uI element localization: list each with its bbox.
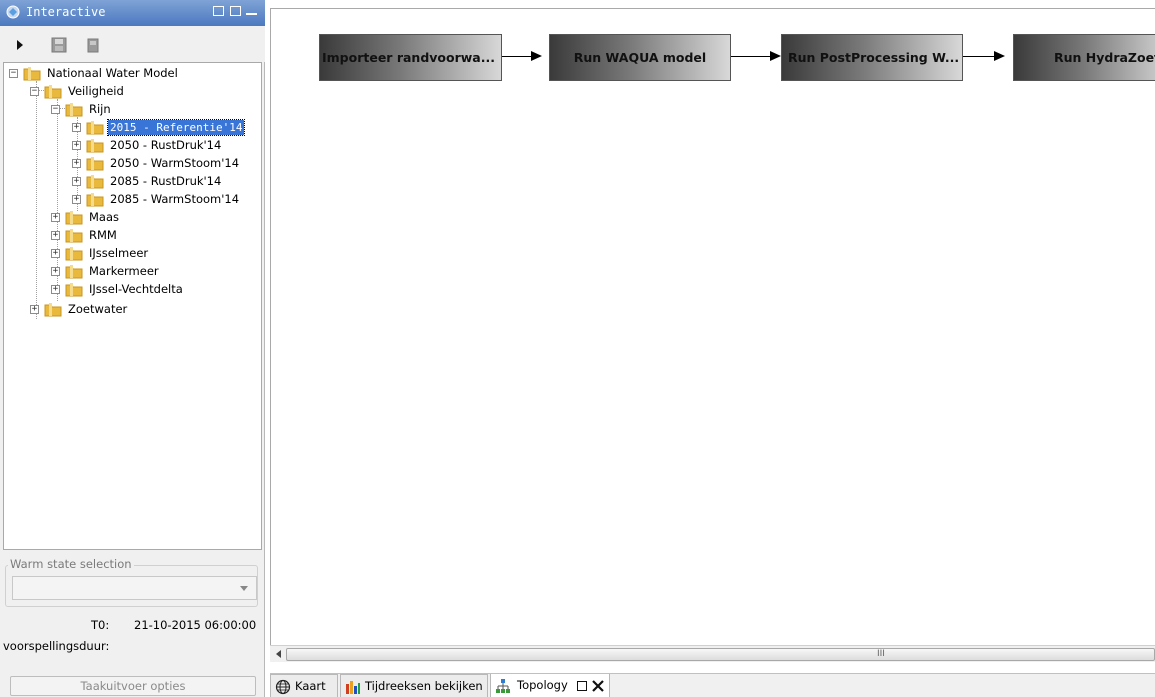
expand-icon[interactable]: + <box>51 249 60 258</box>
interactive-icon <box>6 5 20 19</box>
folder-icon <box>65 247 83 261</box>
scroll-left-icon[interactable] <box>276 650 281 658</box>
topology-icon <box>496 679 510 693</box>
arrow-right-icon <box>531 51 542 61</box>
panel-header: Interactive <box>0 0 265 26</box>
scrollbar-grip: III <box>877 649 885 659</box>
tree-node-label-selected: 2015 - Referentie'14 <box>106 119 246 136</box>
folder-icon <box>65 211 83 225</box>
arrow-right-icon <box>994 51 1005 61</box>
panel-title: Interactive <box>26 5 106 19</box>
arrow-right-icon <box>770 51 781 61</box>
folder-icon <box>86 193 104 207</box>
maximize-icon[interactable] <box>230 6 241 16</box>
folder-icon <box>86 157 104 171</box>
toolbar <box>0 26 265 62</box>
folder-icon <box>65 265 83 279</box>
tree-node-label: Zoetwater <box>68 302 128 316</box>
globe-icon <box>275 679 291 695</box>
flow-step-hydrazoet[interactable]: Run HydraZoet <box>1013 34 1155 81</box>
warm-state-select[interactable] <box>12 576 257 600</box>
tree-view[interactable]: − Nationaal Water Model − Veiligheid − R… <box>3 62 262 550</box>
delete-icon[interactable] <box>84 36 102 54</box>
t0-label: T0: <box>91 618 110 632</box>
folder-icon <box>65 103 83 117</box>
t0-value: 21-10-2015 06:00:00 <box>134 618 257 632</box>
tree-node-label: Markermeer <box>89 264 159 278</box>
minimize-icon[interactable] <box>246 6 257 15</box>
horizontal-scrollbar[interactable]: III <box>270 645 1155 662</box>
tree-node-label: Veiligheid <box>68 84 124 98</box>
folder-icon <box>44 85 62 99</box>
expand-icon[interactable]: + <box>51 267 60 276</box>
expand-icon[interactable]: + <box>72 195 81 204</box>
tree-node-label: 2085 - RustDruk'14 <box>110 174 222 188</box>
tree-node-label: Maas <box>89 210 120 224</box>
maximize-icon[interactable] <box>577 681 587 691</box>
run-icon[interactable] <box>12 36 30 54</box>
tree-node-label: IJssel-Vechtdelta <box>89 282 183 296</box>
flow-step-import[interactable]: Importeer randvoorwa... <box>319 34 502 81</box>
save-icon[interactable] <box>50 36 68 54</box>
expand-icon[interactable]: + <box>51 285 60 294</box>
tab-topology[interactable]: Topology <box>490 674 610 697</box>
tree-node-label: 2050 - WarmStoom'14 <box>110 156 240 170</box>
chevron-down-icon[interactable] <box>240 586 248 591</box>
topology-canvas: Importeer randvoorwa... Run WAQUA model … <box>270 8 1155 645</box>
tree-node-label: Rijn <box>89 102 111 116</box>
close-icon[interactable] <box>592 680 604 692</box>
flow-step-postprocessing[interactable]: Run PostProcessing W... <box>781 34 963 81</box>
folder-icon <box>23 67 41 81</box>
folder-icon <box>65 229 83 243</box>
tree-node-label: 2050 - RustDruk'14 <box>110 138 222 152</box>
tab-label: Kaart <box>295 679 326 693</box>
expand-icon[interactable]: + <box>30 305 39 314</box>
folder-icon <box>86 121 104 135</box>
folder-icon <box>44 303 62 317</box>
tree-node-label: IJsselmeer <box>89 246 149 260</box>
tree-node-label: Nationaal Water Model <box>47 66 178 80</box>
tree-node-label: 2085 - WarmStoom'14 <box>110 192 240 206</box>
warm-state-legend: Warm state selection <box>8 557 134 571</box>
flow-step-waqua[interactable]: Run WAQUA model <box>549 34 731 81</box>
folder-icon <box>86 175 104 189</box>
interactive-panel: Interactive − Nationaal Water Model − Ve… <box>0 0 265 697</box>
view-tabs: Kaart Tijdreeksen bekijken Topology <box>270 673 1155 697</box>
duration-label: voorspellingsduur: <box>3 639 110 653</box>
folder-icon <box>65 283 83 297</box>
task-options-button[interactable]: Taakuitvoer opties <box>10 676 256 696</box>
folder-icon <box>86 139 104 153</box>
expand-icon[interactable]: + <box>51 213 60 222</box>
collapse-icon[interactable]: − <box>9 69 18 78</box>
expand-icon[interactable]: + <box>51 231 60 240</box>
expand-icon[interactable]: + <box>72 159 81 168</box>
tab-tijdreeksen[interactable]: Tijdreeksen bekijken <box>340 674 488 697</box>
expand-icon[interactable]: + <box>72 141 81 150</box>
tab-label: Topology <box>517 678 568 692</box>
expand-icon[interactable]: + <box>72 123 81 132</box>
tab-kaart[interactable]: Kaart <box>270 674 338 697</box>
collapse-icon[interactable]: − <box>51 105 60 114</box>
restore-icon[interactable] <box>213 6 224 16</box>
scrollbar-thumb[interactable]: III <box>286 648 1155 661</box>
collapse-icon[interactable]: − <box>30 87 39 96</box>
tab-label: Tijdreeksen bekijken <box>365 679 483 693</box>
tree-node-label: RMM <box>89 228 117 242</box>
chart-icon <box>346 681 360 694</box>
expand-icon[interactable]: + <box>72 177 81 186</box>
